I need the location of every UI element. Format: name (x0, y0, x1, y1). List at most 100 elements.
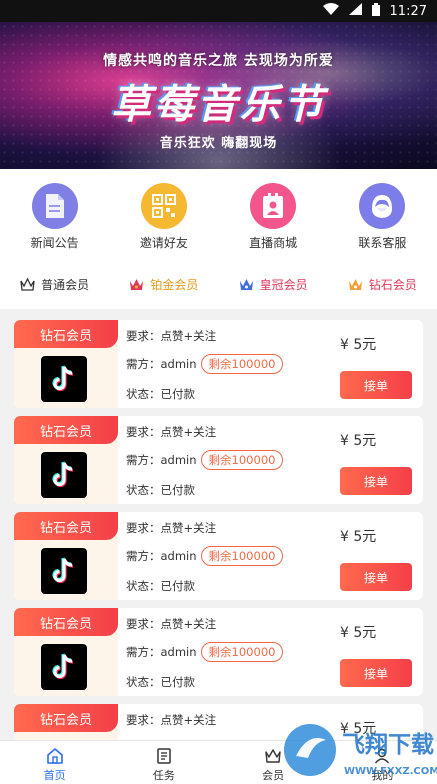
requirement-label: 要求： (126, 329, 161, 343)
status-label: 状态： (126, 483, 161, 497)
nav-profile[interactable]: 我的 (328, 741, 437, 784)
buyer-label: 需方： (126, 645, 161, 659)
banner-title: 草莓音乐节 (111, 82, 326, 128)
task-card: 钻石会员 要求：点赞+关注 需方：admin 剩余100000 状态：已付款 ¥ … (14, 608, 423, 696)
status-line: 状态：已付款 (126, 482, 195, 498)
requirement-value: 点赞+关注 (160, 425, 217, 439)
requirement-line: 要求：点赞+关注 (126, 328, 216, 344)
requirement-label: 要求： (126, 617, 161, 631)
tiktok-icon (41, 548, 87, 594)
requirement-line: 要求：点赞+关注 (126, 424, 216, 440)
tier-badge: 钻石会员 (14, 416, 118, 444)
status-label: 状态： (126, 675, 161, 689)
tab-diamond-member[interactable]: 钻石会员 (328, 276, 437, 293)
menu-label: 新闻公告 (30, 236, 79, 250)
buyer-value: admin (160, 645, 197, 659)
nav-tasks[interactable]: 任务 (109, 741, 218, 784)
buyer-value: admin (160, 357, 197, 371)
status-value: 已付款 (160, 675, 196, 689)
buyer-label: 需方： (126, 453, 161, 467)
task-info: 要求：点赞+关注 需方：admin 剩余100000 状态：已付款 (126, 608, 326, 696)
tab-platinum-member[interactable]: 铂金会员 (109, 276, 218, 293)
task-card: 钻石会员 要求：点赞+关注 需方：admin 剩余100000 状态：已付款 ¥ … (14, 416, 423, 504)
tier-label: 皇冠会员 (259, 277, 308, 292)
task-list-icon (155, 747, 173, 765)
member-icon (264, 747, 282, 765)
requirement-line: 要求：点赞+关注 (126, 712, 216, 728)
tier-badge: 钻石会员 (14, 320, 118, 348)
tab-crown-member[interactable]: 皇冠会员 (219, 276, 328, 293)
remaining-badge: 剩余100000 (200, 450, 284, 470)
crown-icon (239, 277, 254, 292)
status-value: 已付款 (160, 579, 196, 593)
requirement-label: 要求： (126, 713, 161, 727)
requirement-label: 要求： (126, 521, 161, 535)
accept-order-button[interactable]: 接单 (340, 563, 412, 591)
battery-icon (371, 2, 380, 20)
task-price: ¥ 5元 (340, 529, 377, 545)
person-card-icon (250, 183, 297, 229)
support-agent-icon (359, 183, 406, 229)
requirement-value: 点赞+关注 (160, 713, 217, 727)
status-line: 状态：已付款 (126, 386, 195, 402)
banner-tagline: 音乐狂欢 嗨翻现场 (159, 136, 278, 151)
accept-order-button[interactable]: 接单 (340, 371, 412, 399)
status-value: 已付款 (160, 387, 196, 401)
requirement-value: 点赞+关注 (160, 617, 217, 631)
buyer-label: 需方： (126, 357, 161, 371)
accept-order-button[interactable]: 接单 (340, 659, 412, 687)
quick-menu: 新闻公告 邀请好友 直播商城 联系客服 (0, 169, 437, 259)
nav-member[interactable]: 会员 (219, 741, 328, 784)
wifi-icon (322, 3, 339, 19)
signal-icon (348, 3, 362, 19)
status-line: 状态：已付款 (126, 674, 195, 690)
tiktok-icon (41, 452, 87, 498)
requirement-value: 点赞+关注 (160, 521, 217, 535)
qrcode-icon (140, 183, 187, 229)
menu-item-support[interactable]: 联系客服 (328, 169, 437, 259)
requirement-line: 要求：点赞+关注 (126, 616, 216, 632)
status-line: 状态：已付款 (126, 578, 195, 594)
tier-badge: 钻石会员 (14, 704, 118, 732)
nav-label: 我的 (371, 769, 394, 782)
nav-home[interactable]: 首页 (0, 741, 109, 784)
buyer-value: admin (160, 453, 197, 467)
nav-label: 会员 (262, 769, 285, 782)
requirement-label: 要求： (126, 425, 161, 439)
document-icon (31, 183, 78, 229)
accept-order-button[interactable]: 接单 (340, 467, 412, 495)
tiktok-icon (41, 356, 87, 402)
menu-item-invite[interactable]: 邀请好友 (109, 169, 218, 259)
banner-subtitle: 情感共鸣的音乐之旅 去现场为所爱 (103, 53, 334, 69)
remaining-badge: 剩余100000 (200, 354, 284, 374)
status-value: 已付款 (160, 483, 196, 497)
task-card: 钻石会员 要求：点赞+关注 需方：admin 剩余100000 状态：已付款 ¥ … (14, 512, 423, 600)
requirement-line: 要求：点赞+关注 (126, 520, 216, 536)
nav-label: 任务 (152, 769, 175, 782)
promo-banner[interactable]: 情感共鸣的音乐之旅 去现场为所爱 草莓音乐节 音乐狂欢 嗨翻现场 (0, 22, 437, 169)
home-icon (46, 747, 64, 765)
remaining-badge: 剩余100000 (200, 546, 284, 566)
tier-badge: 钻石会员 (14, 608, 118, 636)
crown-icon (20, 277, 35, 292)
menu-item-news[interactable]: 新闻公告 (0, 169, 109, 259)
task-price: ¥ 5元 (340, 721, 377, 737)
task-price: ¥ 5元 (340, 433, 377, 449)
buyer-line: 需方：admin 剩余100000 (126, 450, 284, 470)
crown-icon (348, 277, 363, 292)
crown-icon (129, 277, 144, 292)
tab-regular-member[interactable]: 普通会员 (0, 276, 109, 293)
buyer-line: 需方：admin 剩余100000 (126, 642, 284, 662)
task-price: ¥ 5元 (340, 625, 377, 641)
buyer-line: 需方：admin 剩余100000 (126, 546, 284, 566)
menu-item-live-mall[interactable]: 直播商城 (219, 169, 328, 259)
tier-label: 普通会员 (41, 277, 90, 292)
status-label: 状态： (126, 579, 161, 593)
task-card: 钻石会员 要求：点赞+关注 需方：admin 剩余100000 状态：已付款 ¥ … (14, 320, 423, 408)
menu-label: 邀请好友 (139, 236, 188, 250)
task-info: 要求：点赞+关注 需方：admin 剩余100000 状态：已付款 (126, 320, 326, 408)
menu-label: 直播商城 (249, 236, 298, 250)
tier-label: 钻石会员 (368, 277, 417, 292)
buyer-value: admin (160, 549, 197, 563)
profile-icon (373, 747, 391, 765)
